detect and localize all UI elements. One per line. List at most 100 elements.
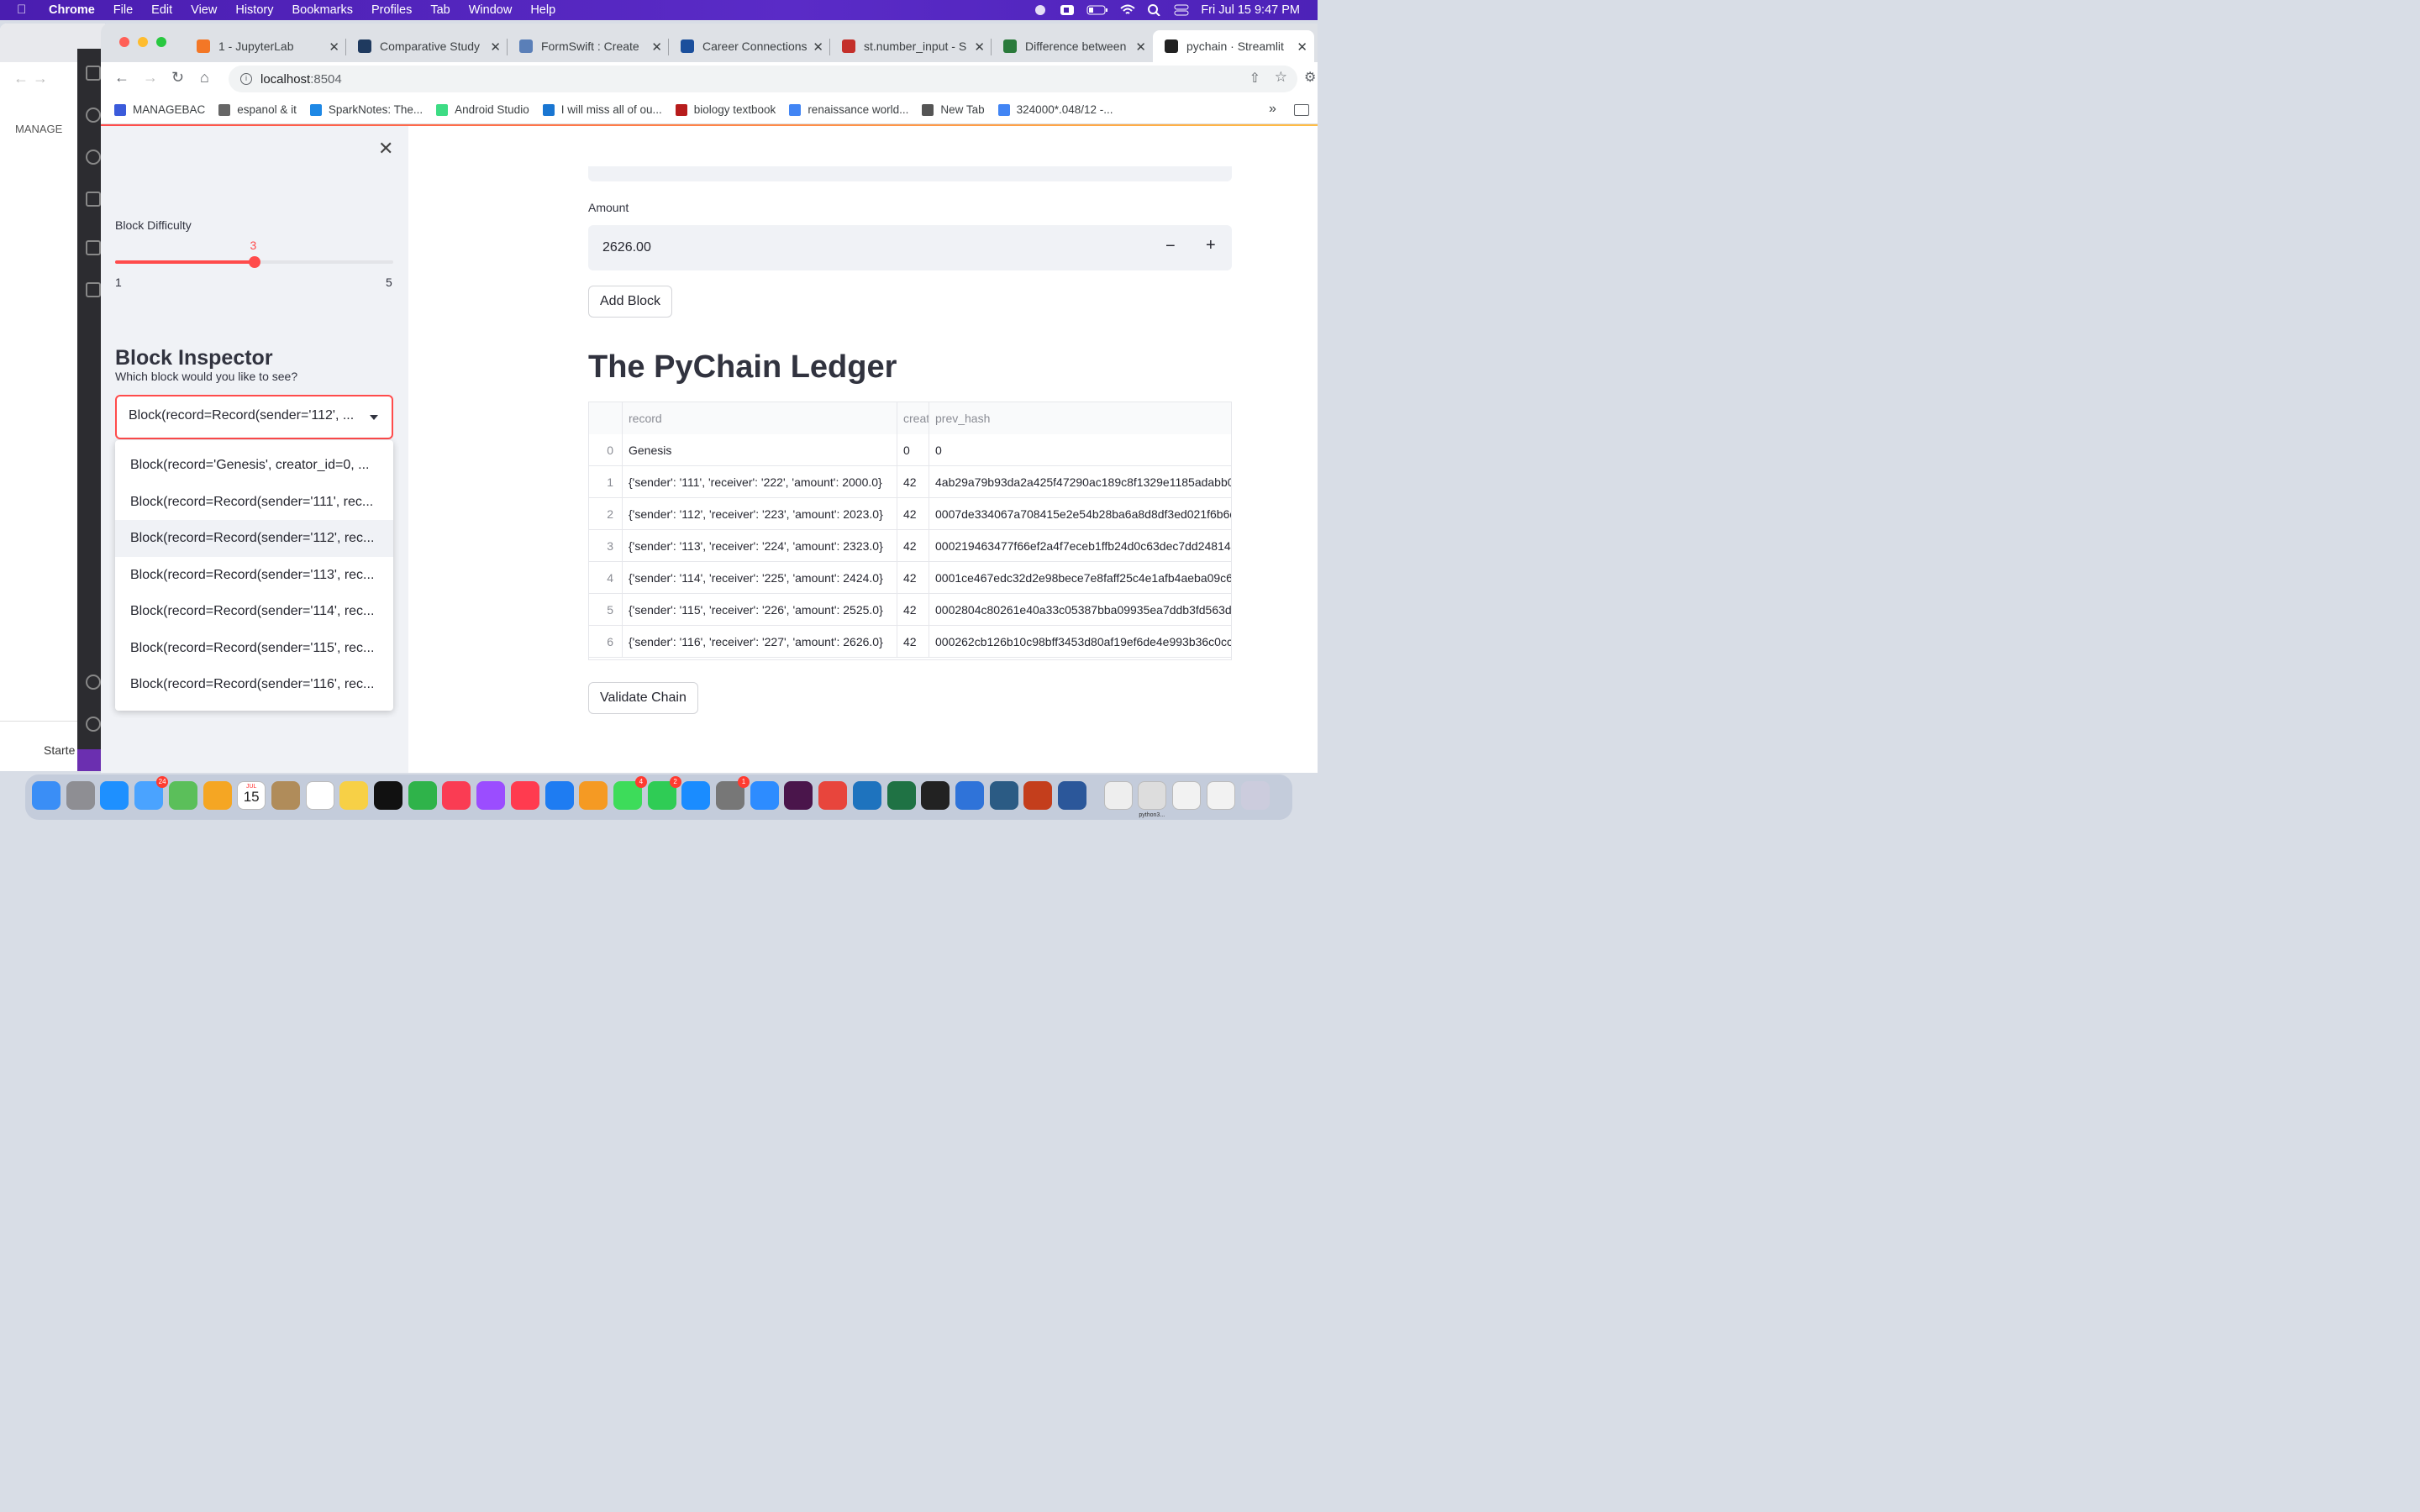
block-option[interactable]: Block(record=Record(sender='112', rec... [115,520,393,557]
validate-chain-button[interactable]: Validate Chain [588,682,698,714]
column-header[interactable]: record [623,402,897,434]
close-sidebar-icon[interactable]: ✕ [378,138,393,160]
gear-icon[interactable] [86,717,101,732]
bookmark-0[interactable]: MANAGEBAC [114,103,205,116]
facetime-icon[interactable]: 2 [647,776,681,810]
bookmark-3[interactable]: Android Studio [436,103,529,116]
close-window-button[interactable] [119,37,129,47]
background-bookmark[interactable]: MANAGE [15,123,62,135]
control-center-icon[interactable] [1174,4,1189,16]
bookmarks-folder-icon[interactable] [1294,104,1309,116]
window-thumbnail-icon[interactable]: python3... [1138,781,1167,818]
account-icon[interactable] [86,675,101,690]
wifi-icon[interactable] [1120,4,1135,16]
terminal-icon[interactable] [921,781,950,810]
menu-view[interactable]: View [191,3,217,17]
close-tab-icon[interactable]: ✕ [651,39,662,55]
excel-icon[interactable] [886,781,916,810]
home-icon[interactable]: ⌂ [200,69,209,87]
system-settings-icon[interactable]: 1 [716,776,750,810]
tab-5[interactable]: Difference between ✕ [992,30,1153,62]
receiver-input[interactable] [588,166,1232,181]
close-tab-icon[interactable]: ✕ [974,39,985,55]
menu-help[interactable]: Help [530,3,555,17]
python-launcher-icon[interactable] [989,781,1018,810]
tv-icon[interactable] [374,781,402,810]
apple-icon[interactable]:  [17,3,26,17]
block-option[interactable]: Block(record='Genesis', creator_id=0, ..… [115,447,393,484]
address-bar[interactable]: i localhost:8504 ⇧ ☆ [229,66,1297,92]
slider-handle[interactable] [248,256,260,268]
menu-bookmarks[interactable]: Bookmarks [292,3,353,17]
bookmark-7[interactable]: New Tab [922,103,985,116]
pages-icon[interactable] [579,781,608,810]
bookmark-star-icon[interactable]: ☆ [1275,69,1287,86]
amount-value[interactable]: 2626.00 [602,240,651,255]
bookmark-6[interactable]: renaissance world... [789,103,908,116]
amount-input[interactable]: 2626.00 − + [588,225,1232,270]
zoom-icon[interactable] [1060,4,1075,16]
menu-history[interactable]: History [235,3,273,17]
menu-tab[interactable]: Tab [430,3,450,17]
column-header[interactable]: creat [897,402,929,434]
tab-2[interactable]: FormSwift : Create ✕ [508,30,669,62]
minimize-window-button[interactable] [138,37,148,47]
site-info-icon[interactable]: i [240,73,252,85]
trash-icon[interactable] [1240,781,1270,810]
reload-icon[interactable]: ↻ [171,69,184,87]
menu-file[interactable]: File [113,3,133,17]
menu-app[interactable]: Chrome [49,3,95,17]
remote-indicator[interactable] [77,749,103,771]
column-header[interactable]: prev_hash [929,402,1231,434]
podcasts-icon[interactable] [476,781,506,810]
menu-profiles[interactable]: Profiles [371,3,412,17]
tab-0[interactable]: 1 - JupyterLab ✕ [185,30,346,62]
block-option[interactable]: Block(record=Record(sender='115', rec... [115,630,393,667]
maps-icon[interactable] [168,781,197,810]
contacts-icon[interactable] [271,781,300,810]
close-tab-icon[interactable]: ✕ [813,39,823,55]
close-tab-icon[interactable]: ✕ [490,39,501,55]
document-stack-icon[interactable] [1103,781,1133,810]
block-select[interactable]: Block(record=Record(sender='112', ... [115,395,393,439]
photos-icon[interactable] [203,781,232,810]
decrement-button[interactable]: − [1165,237,1176,256]
slack-icon[interactable] [784,781,813,810]
finder-icon[interactable] [32,781,60,810]
add-block-button[interactable]: Add Block [588,286,673,318]
back-icon[interactable]: ← [114,69,129,87]
news-icon[interactable] [510,781,539,810]
launchpad-icon[interactable] [66,781,95,810]
close-tab-icon[interactable]: ✕ [329,39,339,55]
word-icon[interactable] [1058,781,1086,810]
block-option[interactable]: Block(record=Record(sender='114', rec... [115,593,393,630]
xcode-icon[interactable] [955,781,984,810]
battery-icon[interactable] [1086,4,1108,16]
calendar-icon[interactable]: JUL 15 [237,781,266,810]
chevron-down-icon[interactable] [370,415,378,420]
clock[interactable]: Fri Jul 15 9:47 PM [1201,3,1300,17]
block-option[interactable]: Block(record=Record(sender='116', rec... [115,666,393,703]
tab-4[interactable]: st.number_input - S ✕ [830,30,992,62]
extensions-icon[interactable]: ⚙ [1304,69,1316,86]
testing-icon[interactable] [86,282,101,297]
share-icon[interactable]: ⇧ [1249,70,1260,87]
debug-icon[interactable] [86,192,101,207]
search-icon[interactable] [1147,4,1162,17]
mail-icon[interactable]: 24 [134,776,169,810]
close-tab-icon[interactable]: ✕ [1135,39,1146,55]
tab-1[interactable]: Comparative Study ✕ [346,30,508,62]
numbers-icon[interactable] [408,781,437,810]
reminders-icon[interactable] [305,781,334,810]
safari-icon[interactable] [100,781,129,810]
bookmark-5[interactable]: biology textbook [675,103,776,116]
block-option[interactable]: Block(record=Record(sender='113', rec... [115,557,393,594]
music-icon[interactable] [442,781,471,810]
bookmark-2[interactable]: SparkNotes: The... [309,103,423,116]
column-header[interactable] [589,402,623,434]
close-tab-icon[interactable]: ✕ [1297,39,1307,55]
explorer-icon[interactable] [86,66,101,81]
bookmark-8[interactable]: 324000*.048/12 -... [997,103,1113,116]
messages-icon[interactable]: 4 [613,776,647,810]
chrome-icon[interactable] [818,781,848,810]
